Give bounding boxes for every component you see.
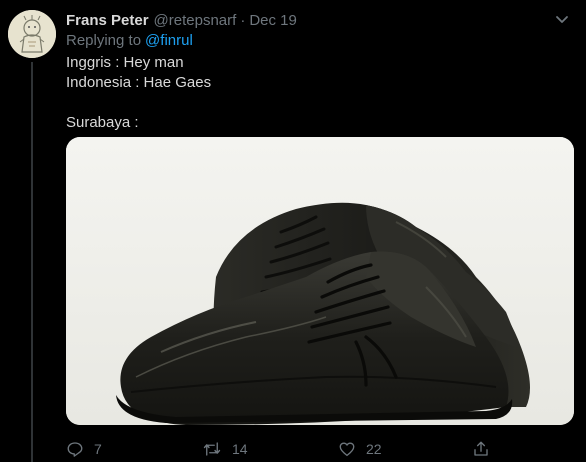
header-separator: · [240, 11, 246, 29]
author-handle[interactable]: @retepsnarf [154, 12, 237, 29]
thread-line [31, 62, 33, 462]
tweet-media[interactable] [66, 137, 574, 425]
tweet-header: Frans Peter @retepsnarf · Dec 19 [66, 10, 297, 30]
avatar[interactable] [8, 10, 56, 58]
like-count: 22 [366, 441, 382, 457]
reply-icon [67, 442, 83, 457]
more-options-button[interactable] [552, 12, 572, 28]
reply-button[interactable]: 7 [66, 440, 102, 458]
like-button[interactable]: 22 [338, 440, 382, 458]
share-icon [474, 441, 488, 456]
share-button[interactable] [472, 440, 500, 458]
avatar-image [8, 10, 56, 58]
retweet-button[interactable]: 14 [202, 440, 248, 458]
replying-to: Replying to @finrul [66, 32, 193, 49]
shoes-photo [66, 137, 574, 425]
chevron-down-icon [556, 16, 568, 23]
tweet-text: Inggris : Hey man Indonesia : Hae Gaes S… [66, 54, 212, 131]
heart-icon [339, 442, 355, 457]
replying-to-label: Replying to [66, 32, 142, 49]
replying-to-mention[interactable]: @finrul [145, 32, 193, 49]
tweet-actions: 7 14 22 [66, 440, 506, 460]
retweet-icon [203, 442, 221, 456]
retweet-count: 14 [232, 441, 248, 457]
author-name[interactable]: Frans Peter [66, 12, 149, 29]
tweet-date[interactable]: Dec 19 [249, 12, 297, 29]
reply-count: 7 [94, 441, 102, 457]
